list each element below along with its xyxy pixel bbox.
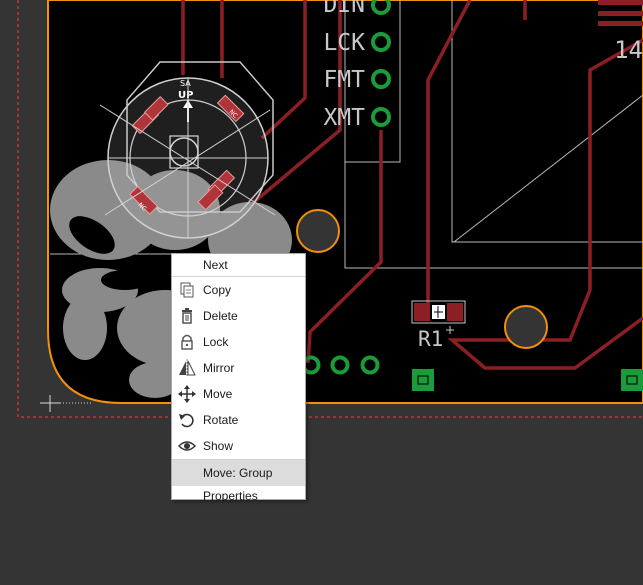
- pin-label-din: DIN: [323, 0, 365, 18]
- menu-item-label: Lock: [203, 335, 229, 349]
- switch-badge-up: UP: [178, 90, 193, 101]
- mirror-icon: [179, 359, 196, 377]
- menu-item-lock[interactable]: Lock: [172, 329, 305, 355]
- menu-item-label: Move: [203, 387, 233, 401]
- switch-badge-top: SA: [180, 79, 191, 88]
- menu-item-label: Delete: [203, 309, 238, 323]
- menu-item-show[interactable]: Show: [172, 433, 305, 460]
- part-number-label: 14: [614, 36, 643, 64]
- menu-item-label: Rotate: [203, 413, 239, 427]
- menu-item-next[interactable]: Next: [172, 254, 305, 277]
- menu-item-label: Move: Group: [203, 466, 273, 480]
- menu-item-rotate[interactable]: Rotate: [172, 407, 305, 433]
- pin-label-xmt: XMT: [323, 105, 365, 131]
- menu-item-label: Next: [203, 258, 228, 272]
- ic-pads: [598, 0, 643, 26]
- pin-label-fmt: FMT: [323, 67, 365, 93]
- menu-item-properties[interactable]: Properties: [172, 486, 305, 507]
- menu-item-label: Show: [203, 439, 234, 453]
- move-icon: [178, 385, 196, 403]
- menu-item-mirror[interactable]: Mirror: [172, 355, 305, 381]
- menu-item-label: Copy: [203, 283, 232, 297]
- pcb-canvas[interactable]: DIN LCK FMT XMT 14 R1 SA UP NC NC: [0, 0, 643, 585]
- menu-item-label: Properties: [203, 489, 258, 503]
- context-menu: Next Copy Delete Lock Mirror Move Rotate…: [171, 253, 306, 503]
- lock-icon: [181, 334, 193, 350]
- copy-icon: [180, 282, 194, 298]
- pin-label-lck: LCK: [323, 30, 365, 56]
- menu-item-copy[interactable]: Copy: [172, 277, 305, 303]
- menu-item-label: Mirror: [203, 361, 235, 375]
- menu-item-delete[interactable]: Delete: [172, 303, 305, 329]
- menu-item-move[interactable]: Move: [172, 381, 305, 407]
- menu-item-move-group[interactable]: Move: Group: [172, 460, 305, 486]
- trash-icon: [182, 308, 192, 324]
- rotate-icon: [179, 413, 194, 428]
- eye-icon: [178, 441, 196, 451]
- resistor-label: R1: [418, 327, 443, 351]
